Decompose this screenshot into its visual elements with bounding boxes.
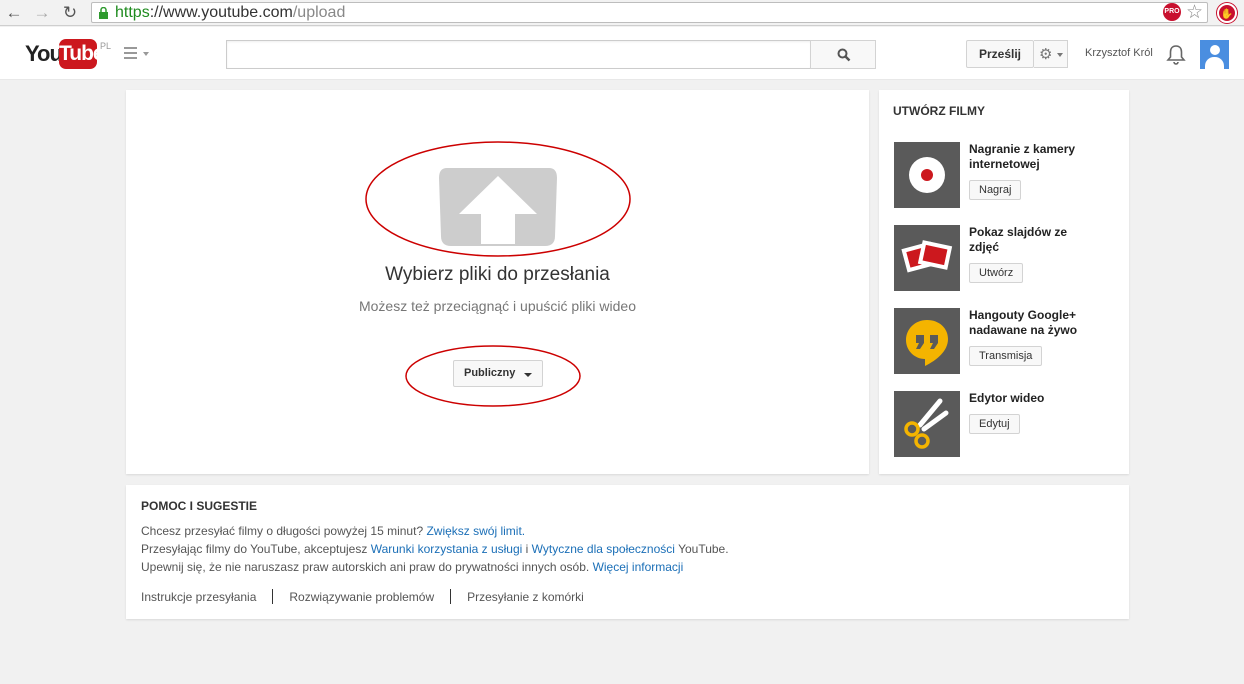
mobile-upload-link[interactable]: Przesyłanie z komórki	[467, 590, 584, 604]
tool-name: Edytor wideo	[969, 391, 1045, 405]
tool-name: Nagranie z kamery internetowej	[969, 142, 1076, 171]
more-info-link[interactable]: Więcej informacji	[593, 560, 684, 574]
adblock-icon[interactable]: ✋	[1217, 3, 1237, 23]
troubleshooting-link[interactable]: Rozwiązywanie problemów	[289, 590, 434, 604]
community-guidelines-link[interactable]: Wytyczne dla społeczności	[532, 542, 675, 556]
settings-button[interactable]: ⚙	[1034, 40, 1068, 68]
tool-hangouts: Hangouty Google+ nadawane na żywo Transm…	[894, 308, 1114, 374]
user-name[interactable]: Krzysztof Król	[1085, 47, 1153, 59]
help-text: i	[522, 542, 532, 556]
logo-tube-text: Tube	[59, 39, 105, 69]
bell-icon[interactable]	[1166, 44, 1186, 66]
create-videos-panel: UTWÓRZ FILMY Nagranie z kamery interneto…	[879, 90, 1129, 474]
photo-slideshow-icon[interactable]	[894, 225, 960, 291]
address-bar[interactable]: https://www.youtube.com/upload	[91, 2, 1208, 23]
webcam-record-icon[interactable]	[894, 142, 960, 208]
url-path: /upload	[292, 4, 346, 21]
chevron-down-icon	[524, 373, 532, 377]
help-links: Instrukcje przesyłania Rozwiązywanie prob…	[141, 589, 584, 604]
upload-arrow-icon[interactable]	[439, 168, 557, 246]
create-button[interactable]: Utwórz	[969, 263, 1024, 283]
divider	[272, 589, 274, 604]
reload-icon[interactable]: ↻	[60, 3, 80, 23]
privacy-label: Publiczny	[464, 367, 516, 379]
url-text: https://www.youtube.com/upload	[115, 4, 345, 22]
edit-button[interactable]: Edytuj	[969, 414, 1020, 434]
broadcast-button[interactable]: Transmisja	[969, 346, 1043, 366]
terms-of-service-link[interactable]: Warunki korzystania z usługi	[371, 542, 523, 556]
search-icon	[837, 48, 851, 62]
search-input[interactable]	[226, 40, 811, 69]
help-line-copyright: Upewnij się, że nie naruszasz praw autor…	[141, 560, 683, 574]
tool-video-editor: Edytor wideo Edytuj	[894, 391, 1114, 457]
upload-subtitle: Możesz też przeciągnąć i upuścić pliki w…	[358, 298, 636, 314]
youtube-header: You Tube PL Prześlij ⚙ Krzysztof Król	[0, 27, 1244, 80]
help-text: Chcesz przesyłać filmy o długości powyże…	[141, 524, 427, 538]
help-line-limit: Chcesz przesyłać filmy o długości powyże…	[141, 524, 525, 538]
divider	[450, 589, 452, 604]
tool-slideshow: Pokaz slajdów ze zdjęć Utwórz	[894, 225, 1114, 291]
url-host: ://www.youtube.com	[149, 4, 293, 21]
logo-region: PL	[100, 41, 112, 51]
chevron-down-icon	[1057, 53, 1063, 57]
panel-title: UTWÓRZ FILMY	[893, 104, 985, 118]
tool-name: Pokaz slajdów ze zdjęć	[969, 225, 1068, 254]
forward-arrow-icon[interactable]: →	[32, 3, 52, 23]
tool-webcam: Nagranie z kamery internetowej Nagraj	[894, 142, 1114, 208]
search-button[interactable]	[810, 40, 876, 69]
upload-instructions-link[interactable]: Instrukcje przesyłania	[141, 590, 256, 604]
help-text: Przesyłając filmy do YouTube, akceptujes…	[141, 542, 371, 556]
privacy-dropdown[interactable]: Publiczny	[453, 360, 543, 387]
help-text: YouTube.	[674, 542, 729, 556]
help-title: POMOC I SUGESTIE	[141, 499, 258, 513]
help-panel: POMOC I SUGESTIE Chcesz przesyłać filmy …	[126, 485, 1129, 619]
upload-button[interactable]: Prześlij	[966, 40, 1034, 68]
record-button[interactable]: Nagraj	[969, 180, 1022, 200]
url-scheme: https	[115, 4, 150, 21]
avatar[interactable]	[1200, 40, 1229, 69]
guide-menu-icon[interactable]	[124, 47, 152, 61]
help-text: Upewnij się, że nie naruszasz praw autor…	[141, 560, 593, 574]
increase-limit-link[interactable]: Zwiększ swój limit.	[426, 524, 525, 538]
bookmark-star-icon[interactable]: ☆	[1186, 1, 1203, 24]
gear-icon: ⚙	[1039, 46, 1053, 63]
browser-toolbar: ← → ↻ https://www.youtube.com/upload PRO…	[0, 0, 1244, 26]
extension-pro-icon[interactable]: PRO	[1163, 3, 1181, 21]
tool-name: Hangouty Google+ nadawane na żywo	[969, 308, 1078, 337]
logo-you-text: You	[25, 41, 63, 66]
upload-panel[interactable]: Wybierz pliki do przesłania Możesz też p…	[126, 90, 869, 474]
lock-icon	[99, 7, 108, 19]
upload-title: Wybierz pliki do przesłania	[385, 264, 610, 285]
scissors-icon[interactable]	[894, 391, 960, 457]
back-arrow-icon[interactable]: ←	[4, 3, 24, 23]
hangouts-icon[interactable]	[894, 308, 960, 374]
help-line-terms: Przesyłając filmy do YouTube, akceptujes…	[141, 542, 729, 556]
